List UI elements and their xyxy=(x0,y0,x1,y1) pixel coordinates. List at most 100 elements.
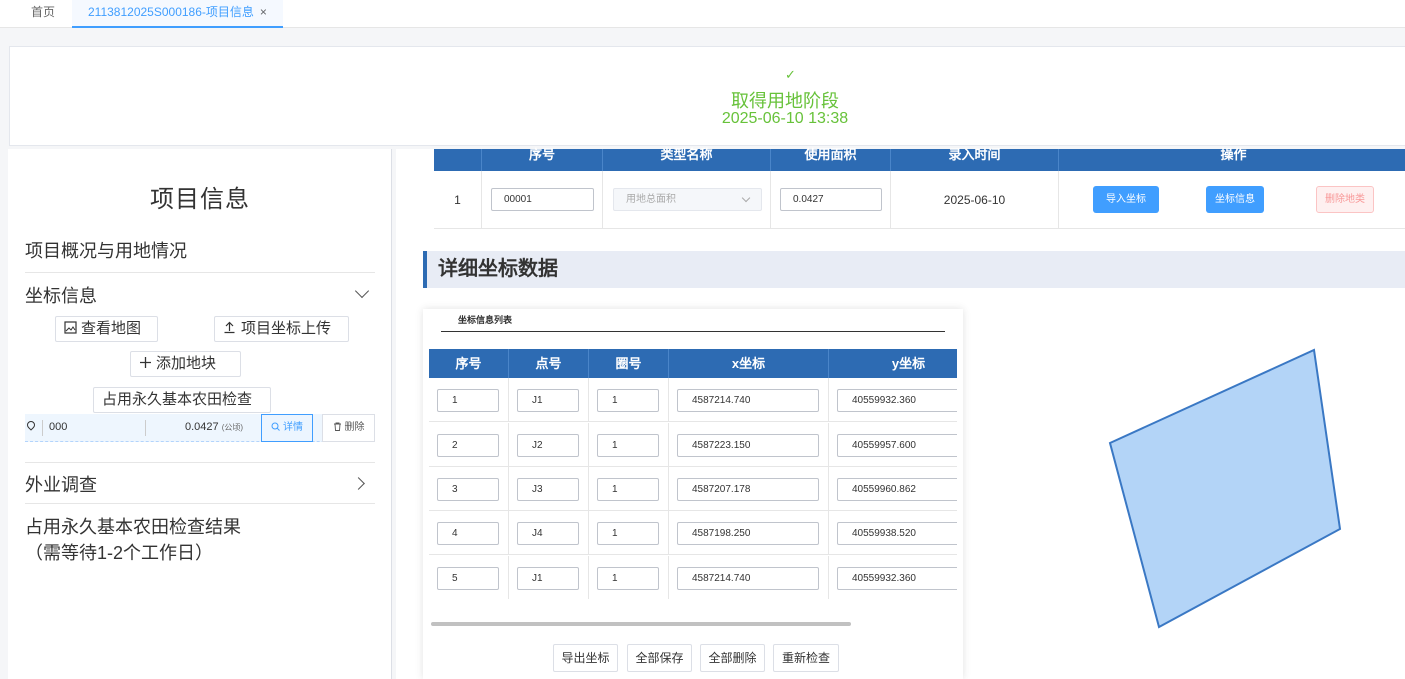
section-overview-label: 项目概况与用地情况 xyxy=(25,241,187,261)
x-input[interactable]: 4587214.740 xyxy=(677,567,819,590)
divider xyxy=(145,420,146,436)
save-all-button[interactable]: 全部保存 xyxy=(627,644,692,672)
table-row: 1 00001 用地总面积 0.0427 2025-06-10 导入坐标 坐标信… xyxy=(434,171,1405,229)
section-field-label: 外业调查 xyxy=(25,475,97,495)
header-seq: 序号 xyxy=(482,148,603,171)
type-select[interactable]: 用地总面积 xyxy=(613,188,762,211)
parcel-delete-button[interactable]: 删除 xyxy=(322,414,375,442)
cell: 4587223.150 xyxy=(669,423,829,467)
land-use-table-header: 序号 类型名称 使用面积 录入时间 操作 xyxy=(434,148,1405,171)
stage-banner: ✓ 取得用地阶段 2025-06-10 13:38 xyxy=(9,46,1405,146)
trash-icon xyxy=(333,422,341,431)
y-input[interactable]: 40559932.360 xyxy=(837,389,957,412)
detail-coords-heading: 详细坐标数据 xyxy=(423,251,1405,288)
parcel-area: 0.0427 (公顷) xyxy=(185,421,243,433)
header-cell-empty xyxy=(434,149,482,171)
view-map-button[interactable]: 查看地图 xyxy=(55,316,158,342)
point-input[interactable]: J1 xyxy=(517,567,579,590)
header-point: 点号 xyxy=(509,349,589,378)
header-actions: 操作 xyxy=(1059,148,1405,171)
seq-input[interactable]: 4 xyxy=(437,522,499,545)
x-input[interactable]: 4587214.740 xyxy=(677,389,819,412)
header-x: x坐标 xyxy=(669,349,829,378)
delete-landtype-button[interactable]: 删除地类 xyxy=(1316,186,1374,213)
ring-input[interactable]: 1 xyxy=(597,434,659,457)
seq-input[interactable]: 3 xyxy=(437,478,499,501)
seq-input[interactable]: 5 xyxy=(437,567,499,590)
parcel-detail-button[interactable]: 详情 xyxy=(261,414,313,442)
ring-input[interactable]: 1 xyxy=(597,522,659,545)
header-seq: 序号 xyxy=(429,349,509,378)
upload-coords-button[interactable]: 项目坐标上传 xyxy=(214,316,349,342)
section-coords[interactable]: 坐标信息 xyxy=(25,282,375,310)
table-row: 3 J3 1 4587207.178 40559960.862 xyxy=(429,467,957,511)
section-field-survey[interactable]: 外业调查 xyxy=(25,462,375,504)
type-select-placeholder: 用地总面积 xyxy=(626,194,676,205)
x-input[interactable]: 4587207.178 xyxy=(677,478,819,501)
ring-input[interactable]: 1 xyxy=(597,567,659,590)
section-coords-label: 坐标信息 xyxy=(25,286,97,306)
result-note: （需等待1-2个工作日） xyxy=(25,543,214,563)
result-title: 占用永久基本农田检查结果 xyxy=(25,517,241,537)
x-input[interactable]: 4587198.250 xyxy=(677,522,819,545)
parcel-map-preview xyxy=(1108,348,1342,629)
cell: 1 xyxy=(589,378,669,422)
cell: 1 xyxy=(589,511,669,555)
cell-type: 用地总面积 xyxy=(603,171,771,229)
parcel-area-unit: (公顷) xyxy=(221,423,244,432)
add-parcel-button[interactable]: 添加地块 xyxy=(130,351,241,377)
cell: J3 xyxy=(509,467,589,511)
cell: 4 xyxy=(429,511,509,555)
recheck-button[interactable]: 重新检查 xyxy=(773,644,839,672)
tab-project-info[interactable]: 2113812025S000186-项目信息 × xyxy=(72,0,283,28)
stage-time: 2025-06-10 13:38 xyxy=(721,110,849,127)
point-input[interactable]: J3 xyxy=(517,478,579,501)
parcel-detail-label: 详情 xyxy=(283,422,303,433)
point-input[interactable]: J2 xyxy=(517,434,579,457)
search-icon xyxy=(271,422,280,431)
cell: 40559960.862 xyxy=(829,467,957,511)
point-input[interactable]: J1 xyxy=(517,389,579,412)
parcel-item[interactable]: 000 0.0427 (公顷) 详情 删除 xyxy=(25,414,375,442)
code-input[interactable]: 00001 xyxy=(491,188,594,211)
area-input[interactable]: 0.0427 xyxy=(780,188,882,211)
x-input[interactable]: 4587223.150 xyxy=(677,434,819,457)
plus-icon xyxy=(140,357,151,368)
parcel-area-value: 0.0427 xyxy=(185,421,219,433)
y-input[interactable]: 40559938.520 xyxy=(837,522,957,545)
seq-input[interactable]: 2 xyxy=(437,434,499,457)
coord-info-button[interactable]: 坐标信息 xyxy=(1206,186,1264,213)
ring-input[interactable]: 1 xyxy=(597,478,659,501)
cell: 40559957.600 xyxy=(829,423,957,467)
seq-input[interactable]: 1 xyxy=(437,389,499,412)
y-input[interactable]: 40559957.600 xyxy=(837,434,957,457)
cell: J2 xyxy=(509,423,589,467)
cell: 5 xyxy=(429,556,509,599)
view-map-label: 查看地图 xyxy=(81,320,142,337)
cell: 1 xyxy=(589,556,669,599)
divider xyxy=(441,331,945,332)
cell-date: 2025-06-10 xyxy=(891,171,1059,229)
delete-all-button[interactable]: 全部删除 xyxy=(700,644,765,672)
coords-list-title: 坐标信息列表 xyxy=(458,315,513,325)
close-icon[interactable]: × xyxy=(260,5,267,19)
tab-project-info-label: 2113812025S000186-项目信息 xyxy=(88,5,254,19)
y-input[interactable]: 40559932.360 xyxy=(837,567,957,590)
ring-input[interactable]: 1 xyxy=(597,389,659,412)
location-pin-icon xyxy=(25,419,37,431)
export-coords-button[interactable]: 导出坐标 xyxy=(553,644,618,672)
header-y: y坐标 xyxy=(829,349,957,378)
horizontal-scrollbar[interactable] xyxy=(431,622,851,626)
section-overview[interactable]: 项目概况与用地情况 xyxy=(25,237,375,273)
farmland-check-button[interactable]: 占用永久基本农田检查 xyxy=(93,387,271,413)
cell: 1 xyxy=(589,467,669,511)
import-coords-button[interactable]: 导入坐标 xyxy=(1093,186,1159,213)
cell: 4587214.740 xyxy=(669,556,829,599)
panel-title: 项目信息 xyxy=(150,186,250,213)
cell: 4587198.250 xyxy=(669,511,829,555)
coords-table: 序号 点号 圈号 x坐标 y坐标 1 J1 1 4587214.740 4055… xyxy=(429,349,957,599)
point-input[interactable]: J4 xyxy=(517,522,579,545)
y-input[interactable]: 40559960.862 xyxy=(837,478,957,501)
cell: J1 xyxy=(509,556,589,599)
tab-home[interactable]: 首页 xyxy=(17,0,69,28)
